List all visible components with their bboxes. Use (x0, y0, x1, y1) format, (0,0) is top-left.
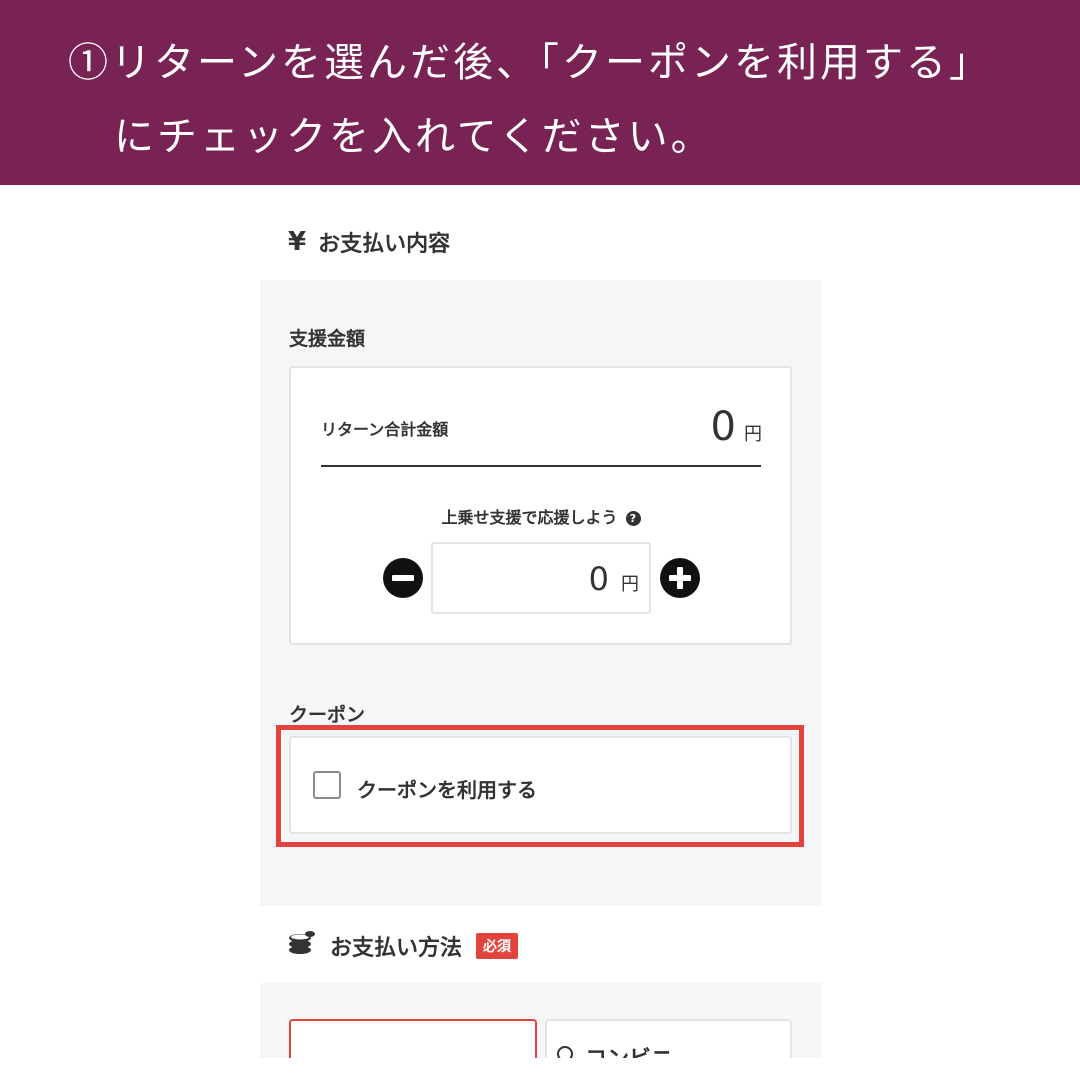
coupon-label: クーポン (289, 704, 366, 726)
instruction-banner: ①リターンを選んだ後、「クーポンを利用する」 にチェックを入れてください。 (0, 0, 1080, 185)
coins-icon (288, 930, 316, 962)
payment-option-selected[interactable] (289, 1019, 537, 1058)
coupon-highlight-box (276, 725, 804, 847)
extra-support-label-row: 上乗せ支援で応援しよう? (291, 504, 791, 528)
currency-unit: 円 (744, 424, 762, 445)
payment-method-panel: コンビニ (260, 983, 822, 1058)
extra-support-input[interactable]: 0 円 (431, 542, 651, 614)
return-total-label: リターン合計金額 (321, 420, 449, 439)
payment-option-convenience-store[interactable]: コンビニ (545, 1019, 792, 1058)
payment-details-title: お支払い内容 (318, 232, 451, 257)
payment-method-header: お支払い方法 必須 (288, 930, 519, 962)
instruction-line-1: ①リターンを選んだ後、「クーポンを利用する」 (68, 40, 992, 86)
instruction-line-2: にチェックを入れてください。 (114, 114, 714, 160)
help-icon[interactable]: ? (625, 511, 641, 526)
yen-icon: ¥ (288, 227, 307, 257)
payment-method-title: お支払い方法 (330, 936, 463, 961)
extra-support-label: 上乗せ支援で応援しよう (441, 508, 618, 527)
total-divider (321, 465, 761, 467)
payment-option-label: コンビニ (585, 1041, 673, 1058)
support-amount-card: リターン合計金額 0 円 上乗せ支援で応援しよう? 0 円 (289, 366, 792, 645)
support-amount-label: 支援金額 (289, 328, 366, 350)
plus-icon-v (677, 567, 683, 589)
increase-button[interactable] (660, 558, 700, 598)
return-total-value: 0 (710, 404, 736, 450)
decrease-button[interactable] (383, 558, 423, 598)
minus-icon (392, 575, 414, 581)
return-total-amount: 0 円 (711, 404, 762, 450)
extra-support-value: 0 (588, 560, 609, 598)
payment-details-header: ¥ お支払い内容 (288, 226, 450, 258)
extra-support-unit: 円 (621, 574, 639, 595)
radio-icon (557, 1046, 573, 1058)
required-badge: 必須 (476, 933, 519, 959)
